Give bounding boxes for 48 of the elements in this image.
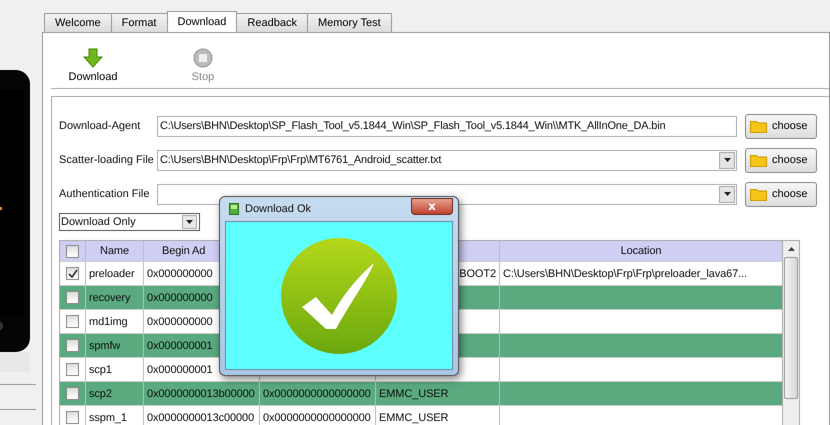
app-icon xyxy=(229,203,239,215)
tab[interactable]: Welcome xyxy=(44,13,112,32)
table-cell: scp1 xyxy=(86,358,144,381)
choose-button[interactable]: choose xyxy=(745,148,817,172)
download-button[interactable]: Download xyxy=(63,48,123,88)
table-cell: EMMC_USER xyxy=(376,382,500,405)
checkbox[interactable] xyxy=(66,411,79,424)
table-cell: scp2 xyxy=(86,382,144,405)
checkbox[interactable] xyxy=(66,244,79,258)
field-label: Authentication File xyxy=(59,188,150,200)
checkmark-icon xyxy=(280,236,398,354)
file-path-field[interactable]: C:\Users\BHN\Desktop\SP_Flash_Tool_v5.1844_Win\SP_Flash_Tool_v5.1844_Win\\MTK_AllInOne_DA.bin xyxy=(157,116,737,136)
field-label: Scatter-loading File xyxy=(59,154,155,166)
table-cell: 0x0000000000000000 xyxy=(260,406,376,425)
table-cell: 0x0000000013c00000 xyxy=(144,406,260,425)
path-combo-box[interactable]: C:\Users\BHN\Desktop\Frp\Frp\MT6761_Android_scatter.txt xyxy=(157,150,737,170)
checkbox[interactable] xyxy=(66,363,79,376)
column-header: Name xyxy=(86,241,144,261)
folder-icon xyxy=(750,187,767,201)
tab[interactable]: Readback xyxy=(236,13,308,32)
table-cell: spmfw xyxy=(86,334,144,357)
tab[interactable]: Memory Test xyxy=(306,13,392,32)
folder-icon xyxy=(750,153,767,167)
table-cell: recovery xyxy=(86,286,144,309)
table-cell: 0x0000000000000000 xyxy=(260,382,376,405)
dialog-title: Download Ok xyxy=(245,203,312,215)
table-cell: sspm_1 xyxy=(86,406,144,425)
scrollbar[interactable] xyxy=(782,240,800,425)
field-label: Download-Agent xyxy=(59,120,142,132)
down-arrow-icon xyxy=(83,48,103,68)
table-cell: 0x0000000013b00000 xyxy=(144,382,260,405)
checkbox[interactable] xyxy=(66,387,79,400)
checkbox[interactable] xyxy=(66,315,79,328)
folder-icon xyxy=(750,119,767,133)
tab[interactable]: Format xyxy=(110,13,168,32)
table-cell-text: C:\Users\BHN\Desktop\Frp\Frp\preloader_lava67... xyxy=(502,266,748,282)
stop-icon xyxy=(193,48,213,68)
checkbox[interactable] xyxy=(66,291,79,304)
table-cell: md1img xyxy=(86,310,144,333)
checkbox[interactable] xyxy=(66,267,79,280)
tab[interactable]: Download xyxy=(166,11,238,32)
checkbox[interactable] xyxy=(66,339,79,352)
choose-button[interactable]: choose xyxy=(745,114,817,138)
table-cell: preloader xyxy=(86,262,144,285)
mode-dropdown[interactable]: Download Only xyxy=(59,213,200,231)
table-cell: EMMC_USER xyxy=(376,406,500,425)
choose-button[interactable]: choose xyxy=(745,182,817,206)
column-header: Location xyxy=(620,244,662,259)
